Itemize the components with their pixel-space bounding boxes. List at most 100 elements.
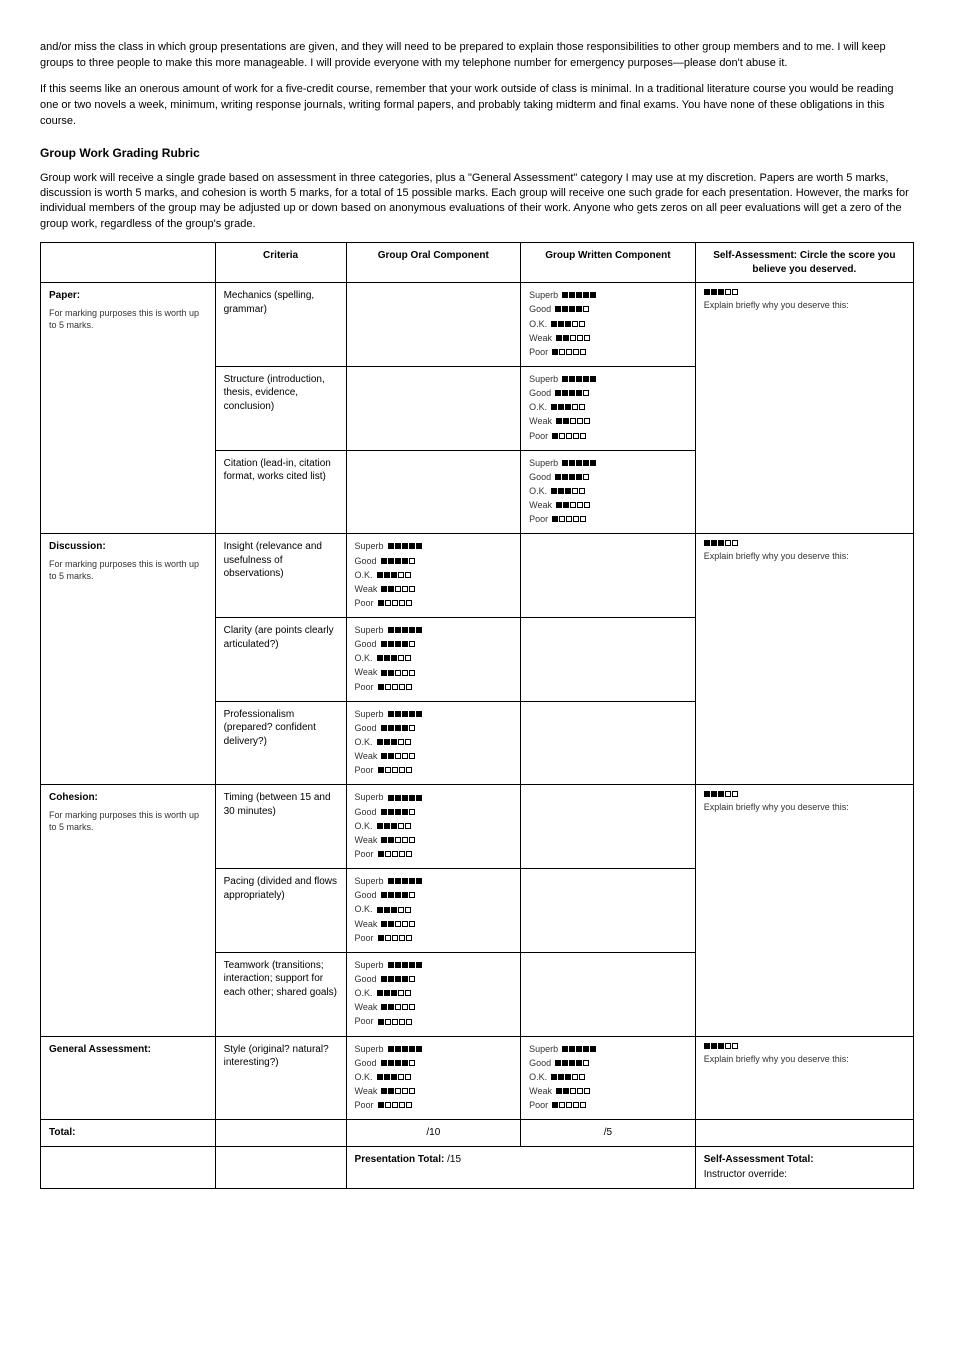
total-oral: /10 bbox=[346, 1120, 521, 1147]
rating-box bbox=[391, 990, 397, 996]
rating-box bbox=[395, 543, 401, 549]
rating-box bbox=[388, 725, 394, 731]
rating-box bbox=[395, 809, 401, 815]
scale-block: SuperbGoodO.K.WeakPoor bbox=[355, 540, 513, 609]
self-explain-prompt: Explain briefly why you deserve this: bbox=[704, 801, 905, 813]
scale-label: Good bbox=[355, 806, 377, 818]
rating-boxes bbox=[377, 823, 411, 829]
rating-boxes bbox=[562, 1046, 596, 1052]
rating-box bbox=[565, 404, 571, 410]
rating-box bbox=[576, 292, 582, 298]
rating-box bbox=[406, 1019, 412, 1025]
rating-box bbox=[577, 502, 583, 508]
rating-box bbox=[583, 306, 589, 312]
scale-line: O.K. bbox=[529, 485, 687, 497]
oral-cell: SuperbGoodO.K.WeakPoor bbox=[346, 952, 521, 1036]
scale-line: O.K. bbox=[355, 652, 513, 664]
rating-box bbox=[416, 1046, 422, 1052]
rating-box bbox=[563, 335, 569, 341]
rating-box bbox=[391, 823, 397, 829]
rating-box bbox=[409, 586, 415, 592]
rating-box bbox=[378, 600, 384, 606]
rating-box bbox=[704, 289, 710, 295]
scale-line: Weak bbox=[529, 499, 687, 511]
rating-boxes bbox=[562, 460, 596, 466]
rating-box bbox=[416, 962, 422, 968]
rating-box bbox=[569, 390, 575, 396]
total-criteria-blank bbox=[215, 1120, 346, 1147]
scale-line: Superb bbox=[355, 875, 513, 887]
category-desc: For marking purposes this is worth up to… bbox=[49, 809, 207, 833]
criteria-item: Structure (introduction, thesis, evidenc… bbox=[224, 373, 338, 414]
rating-box bbox=[576, 474, 582, 480]
rating-box bbox=[398, 1074, 404, 1080]
rating-box bbox=[562, 460, 568, 466]
scale-line: Weak bbox=[355, 750, 513, 762]
rating-box bbox=[583, 1046, 589, 1052]
scale-block: SuperbGoodO.K.WeakPoor bbox=[529, 457, 687, 526]
hdr-written: Group Written Component bbox=[521, 243, 696, 283]
criteria-cell: Citation (lead-in, citation format, work… bbox=[215, 450, 346, 534]
rating-box bbox=[409, 558, 415, 564]
rating-box bbox=[395, 795, 401, 801]
rating-box bbox=[402, 962, 408, 968]
rating-box bbox=[409, 837, 415, 843]
rating-box bbox=[590, 292, 596, 298]
rating-box bbox=[402, 627, 408, 633]
scale-label: Good bbox=[529, 387, 551, 399]
rating-boxes bbox=[704, 540, 738, 546]
scale-label: O.K. bbox=[529, 401, 547, 413]
rating-box bbox=[725, 1043, 731, 1049]
scale-line: Good bbox=[529, 387, 687, 399]
rating-boxes bbox=[556, 335, 590, 341]
scale-line: Poor bbox=[529, 430, 687, 442]
rating-box bbox=[584, 502, 590, 508]
rating-box bbox=[409, 543, 415, 549]
rating-box bbox=[377, 990, 383, 996]
oral-cell: SuperbGoodO.K.WeakPoor bbox=[346, 785, 521, 869]
scale-label: Good bbox=[355, 1057, 377, 1069]
rating-box bbox=[405, 1074, 411, 1080]
scale-label: Weak bbox=[355, 750, 378, 762]
rating-box bbox=[576, 376, 582, 382]
scale-block: SuperbGoodO.K.WeakPoor bbox=[529, 1043, 687, 1112]
rating-box bbox=[381, 670, 387, 676]
rating-box bbox=[402, 725, 408, 731]
criteria-cell: Style (original? natural? interesting?) bbox=[215, 1036, 346, 1120]
rating-box bbox=[402, 586, 408, 592]
rating-box bbox=[583, 474, 589, 480]
rating-box bbox=[381, 921, 387, 927]
scale-label: Poor bbox=[529, 1099, 548, 1111]
rating-box bbox=[385, 600, 391, 606]
rating-box bbox=[399, 935, 405, 941]
scale-line: Weak bbox=[355, 918, 513, 930]
rating-box bbox=[409, 795, 415, 801]
rating-box bbox=[409, 753, 415, 759]
rating-boxes bbox=[704, 289, 738, 295]
rating-box bbox=[392, 1102, 398, 1108]
scale-line: Good bbox=[529, 1057, 687, 1069]
rating-box bbox=[402, 809, 408, 815]
scale-line: Good bbox=[529, 303, 687, 315]
rating-box bbox=[583, 376, 589, 382]
rating-boxes bbox=[388, 795, 422, 801]
rating-boxes bbox=[381, 921, 415, 927]
rating-box bbox=[409, 1046, 415, 1052]
rating-box bbox=[409, 725, 415, 731]
rating-box bbox=[555, 306, 561, 312]
scale-label: O.K. bbox=[529, 485, 547, 497]
rating-boxes bbox=[388, 543, 422, 549]
rating-box bbox=[732, 540, 738, 546]
rating-box bbox=[409, 921, 415, 927]
rating-box bbox=[409, 878, 415, 884]
rating-box bbox=[388, 1060, 394, 1066]
self-score-line bbox=[704, 1043, 905, 1049]
rating-box bbox=[551, 488, 557, 494]
rating-box bbox=[558, 321, 564, 327]
rating-box bbox=[562, 292, 568, 298]
rating-box bbox=[409, 809, 415, 815]
rating-boxes bbox=[704, 791, 738, 797]
rating-box bbox=[395, 627, 401, 633]
rating-box bbox=[583, 1060, 589, 1066]
rating-box bbox=[378, 1019, 384, 1025]
